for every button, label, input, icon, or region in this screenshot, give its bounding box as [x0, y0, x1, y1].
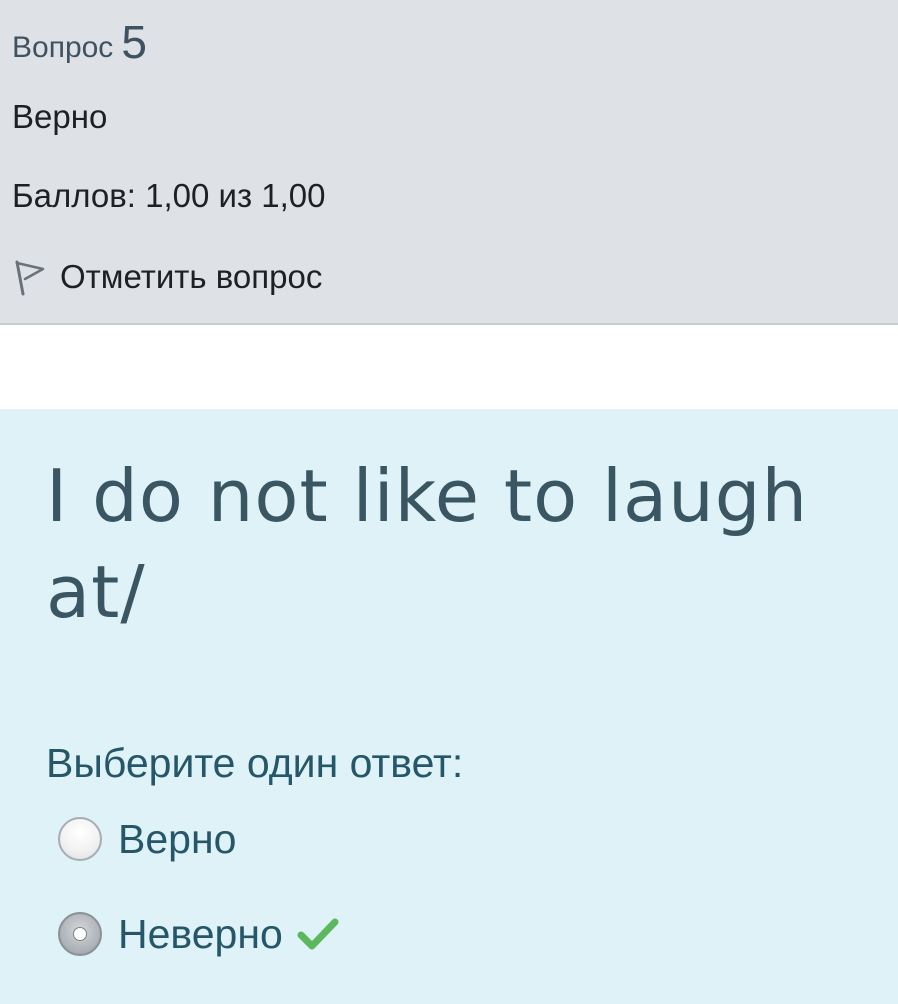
flag-question-label: Отметить вопрос — [60, 258, 323, 295]
radio-button-false[interactable] — [58, 912, 102, 956]
answer-option-true[interactable]: Верно — [58, 814, 236, 864]
question-info-panel: Вопрос 5 Верно Баллов: 1,00 из 1,00 Отмет… — [0, 0, 898, 325]
radio-button-true[interactable] — [58, 817, 102, 861]
answer-label-true: Верно — [118, 815, 237, 862]
question-text: I do not like to laugh at/ — [46, 454, 809, 634]
question-heading: Вопрос 5 — [12, 14, 147, 68]
answer-option-false[interactable]: Неверно — [58, 909, 339, 959]
answer-label-false: Неверно — [118, 910, 283, 957]
question-state: Верно — [12, 98, 108, 135]
checkmark-icon — [297, 918, 339, 950]
flag-question-link[interactable]: Отметить вопрос — [12, 255, 322, 299]
flag-icon — [15, 260, 45, 296]
question-grade: Баллов: 1,00 из 1,00 — [12, 177, 326, 214]
answer-prompt: Выберите один ответ: — [46, 740, 464, 786]
question-heading-label: Вопрос — [12, 31, 114, 64]
question-number: 5 — [121, 16, 147, 68]
